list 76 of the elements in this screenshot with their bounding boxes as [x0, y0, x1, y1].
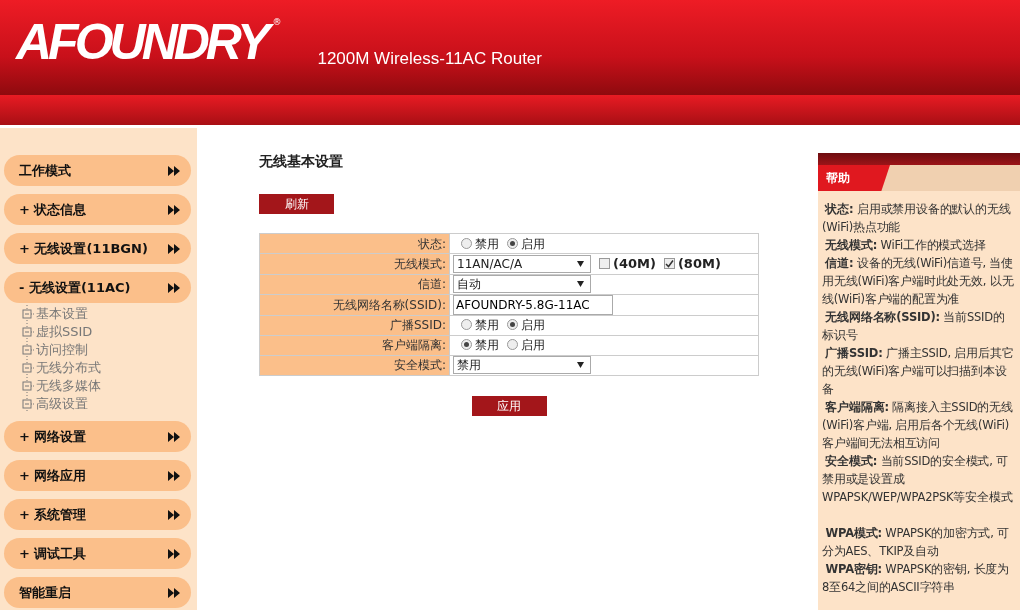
field-label: 广播SSID:	[259, 315, 450, 335]
refresh-button[interactable]: 刷新	[259, 194, 334, 214]
radio-button[interactable]	[461, 339, 472, 350]
radio-button[interactable]	[507, 237, 518, 249]
double-arrow-icon	[167, 282, 181, 293]
submenu-link[interactable]: 访问控制	[36, 341, 88, 359]
radio-label: 启用	[521, 338, 545, 352]
sidebar-menu-item[interactable]: - 无线设置(11AC)	[4, 272, 191, 303]
sidebar-menu-item[interactable]: 智能重启	[4, 577, 191, 608]
field-label: 客户端隔离:	[259, 335, 450, 355]
submenu-link[interactable]: 无线多媒体	[36, 377, 101, 395]
help-paragraph: 客户端隔离: 隔离接入主SSID的无线(WiFi)客户端, 启用后各个无线(WiFi)客户端间无法相互访问	[822, 399, 1014, 452]
sidebar-menu-item[interactable]: 工作模式	[4, 155, 191, 186]
field-label: 安全模式:	[259, 355, 450, 375]
tree-node-icon	[22, 359, 34, 377]
submenu-link[interactable]: 基本设置	[36, 305, 88, 323]
sidebar-menu-item[interactable]: + 无线设置(11BGN)	[4, 233, 191, 264]
sidebar-menu-item[interactable]: + 状态信息	[4, 194, 191, 225]
dropdown-caret-icon	[577, 261, 584, 267]
apply-button[interactable]: 应用	[471, 395, 547, 416]
text-field[interactable]: AFOUNDRY-5.8G-11AC	[453, 294, 613, 315]
tree-node-icon	[22, 395, 34, 413]
double-arrow-icon	[167, 587, 181, 598]
dropdown[interactable]: 11AN/AC/A	[453, 255, 591, 273]
sidebar-menu-item[interactable]: + 网络设置	[4, 421, 191, 452]
submenu-link[interactable]: 虚拟SSID	[36, 323, 93, 341]
field-label: 无线模式:	[259, 253, 450, 274]
help-paragraph: WPA密钥: WPAPSK的密钥, 长度为8至64之间的ASCII字符串	[822, 561, 1010, 596]
radio-label: 禁用	[475, 318, 499, 332]
checkbox[interactable]	[663, 258, 675, 269]
double-arrow-icon	[167, 243, 181, 254]
help-paragraph: 状态: 启用或禁用设备的默认的无线(WiFi)热点功能	[822, 201, 1012, 236]
radio-label: 启用	[521, 318, 545, 332]
radio-button[interactable]	[507, 339, 518, 350]
double-arrow-icon	[167, 431, 181, 442]
radio-button[interactable]	[507, 319, 518, 330]
tree-node-icon	[22, 341, 34, 359]
double-arrow-icon	[167, 204, 181, 215]
sidebar-menu-item[interactable]: + 系统管理	[4, 499, 191, 530]
help-paragraph: 安全模式: 当前SSID的安全模式, 可禁用或是设置成WPAPSK/WEP/WPA2PSK等安全模式	[822, 453, 1014, 506]
help-paragraph: 广播SSID: 广播主SSID, 启用后其它的无线(WiFi)客户端可以扫描到本设备	[822, 345, 1015, 398]
double-arrow-icon	[167, 548, 181, 559]
double-arrow-icon	[167, 470, 181, 481]
radio-button[interactable]	[461, 237, 472, 249]
help-paragraph: WPA模式: WPAPSK的加密方式, 可分为AES、TKIP及自动	[822, 525, 1010, 560]
field-label: 状态:	[259, 233, 450, 254]
brand-logo: AFOUNDRY	[16, 15, 273, 70]
double-arrow-icon	[167, 165, 181, 176]
sidebar-menu-item[interactable]: + 网络应用	[4, 460, 191, 491]
double-arrow-icon	[167, 509, 181, 520]
field-label: 无线网络名称(SSID):	[259, 294, 450, 315]
product-subtitle: 1200M Wireless-11AC Router	[317, 47, 542, 70]
dropdown-caret-icon	[577, 362, 584, 368]
tree-node-icon	[22, 323, 34, 341]
field-label: 信道:	[259, 274, 450, 294]
radio-button[interactable]	[461, 319, 472, 330]
tree-node-icon	[22, 305, 34, 323]
help-tab-title: 帮助	[818, 165, 890, 191]
radio-label: 禁用	[475, 338, 499, 352]
sidebar-menu-item[interactable]: + 调试工具	[4, 538, 191, 569]
checkbox-label: (80M)	[677, 256, 721, 271]
page-title: 无线基本设置	[259, 152, 344, 171]
checkbox-label: (40M)	[613, 256, 656, 271]
radio-label: 启用	[521, 236, 545, 251]
tree-node-icon	[22, 377, 34, 395]
dropdown[interactable]: 自动	[453, 275, 591, 293]
dropdown[interactable]: 禁用	[453, 356, 591, 374]
checkbox[interactable]	[599, 258, 610, 269]
help-paragraph: 无线模式: WiFi工作的模式选择	[824, 237, 987, 254]
submenu-link[interactable]: 高级设置	[36, 395, 88, 413]
dropdown-caret-icon	[577, 281, 584, 287]
submenu-link[interactable]: 无线分布式	[36, 359, 101, 377]
registered-mark: ®	[272, 15, 282, 27]
help-paragraph: 无线网络名称(SSID): 当前SSID的标识号	[822, 309, 1006, 344]
radio-label: 禁用	[475, 236, 499, 251]
help-paragraph: 信道: 设备的无线(WiFi)信道号, 当使用无线(WiFi)客户端时此处无效, 以无线(WiFi)客户端的配置为准	[822, 255, 1015, 308]
